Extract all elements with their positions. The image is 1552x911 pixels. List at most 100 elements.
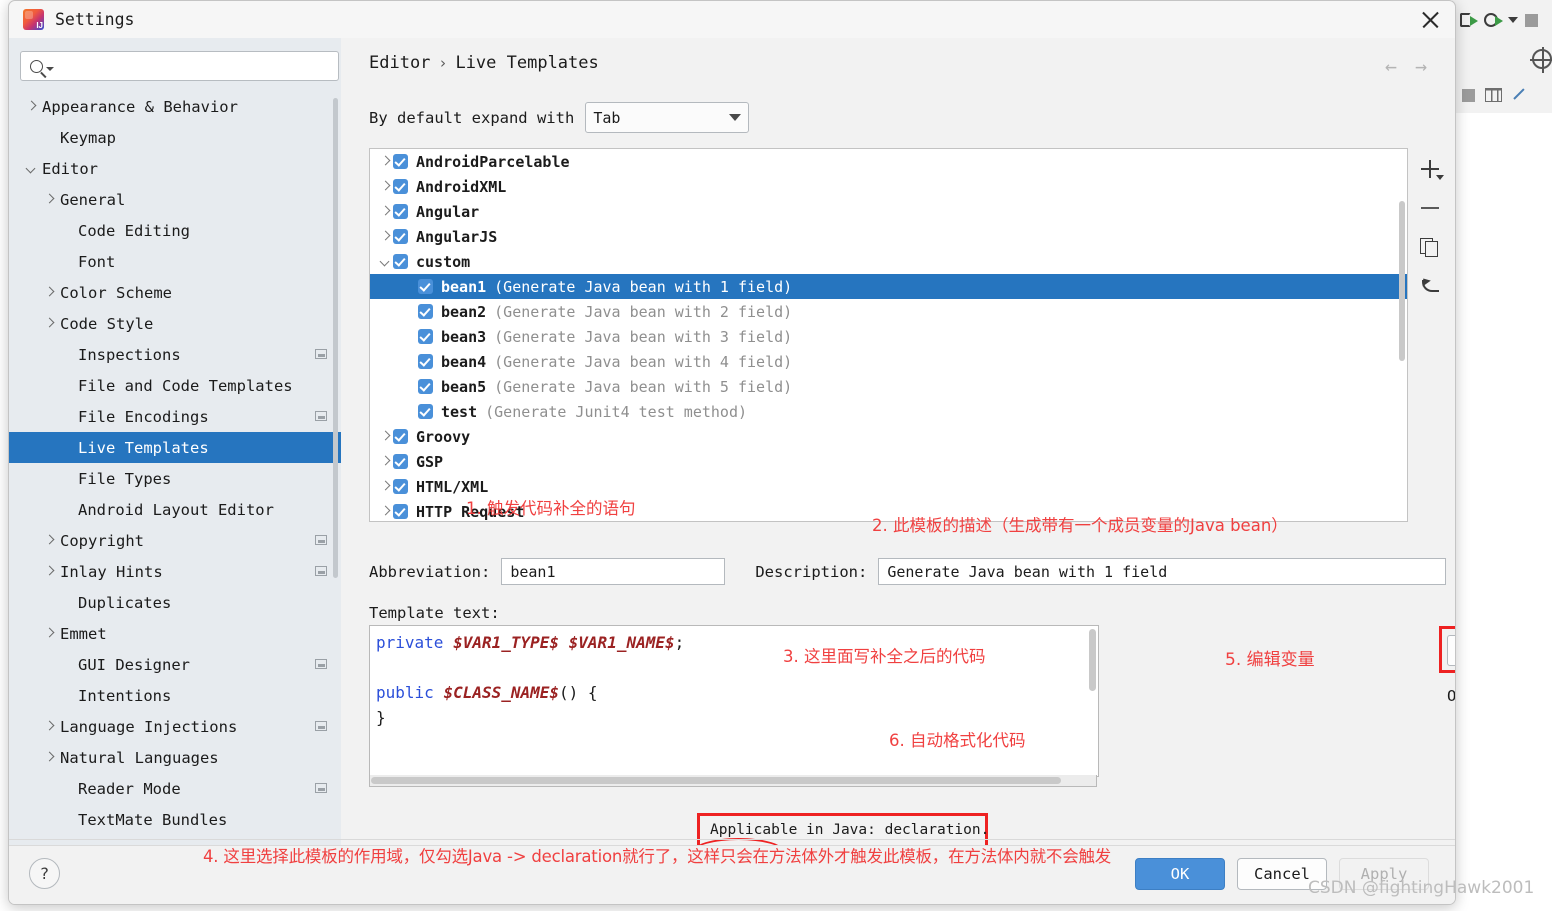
- sidebar-item-reader-mode[interactable]: Reader Mode: [9, 773, 341, 804]
- template-enabled-checkbox[interactable]: [418, 329, 433, 344]
- sidebar-item-gui-designer[interactable]: GUI Designer: [9, 649, 341, 680]
- sidebar-item-code-style[interactable]: Code Style: [9, 308, 341, 339]
- chevron-right-icon[interactable]: [43, 535, 55, 547]
- chevron-right-icon[interactable]: [43, 566, 55, 578]
- help-button[interactable]: ?: [29, 858, 60, 889]
- template-row[interactable]: custom: [370, 249, 1407, 274]
- run-icon[interactable]: [1460, 12, 1478, 29]
- sidebar-item-color-scheme[interactable]: Color Scheme: [9, 277, 341, 308]
- sidebar-item-keymap[interactable]: Keymap: [9, 122, 341, 153]
- sidebar-scrollbar[interactable]: [333, 98, 338, 578]
- debug-icon[interactable]: [1484, 12, 1503, 29]
- sidebar-item-emmet[interactable]: Emmet: [9, 618, 341, 649]
- ok-button[interactable]: OK: [1135, 858, 1225, 890]
- template-row[interactable]: bean5 (Generate Java bean with 5 field): [370, 374, 1407, 399]
- chevron-right-icon[interactable]: [379, 505, 393, 519]
- chevron-right-icon[interactable]: [43, 721, 55, 733]
- chevron-down-icon[interactable]: [25, 163, 37, 175]
- template-row[interactable]: bean3 (Generate Java bean with 3 field): [370, 324, 1407, 349]
- stop-icon[interactable]: [1525, 13, 1538, 27]
- chevron-right-icon[interactable]: [379, 230, 393, 244]
- templates-scrollbar[interactable]: [1399, 201, 1405, 361]
- template-enabled-checkbox[interactable]: [418, 304, 433, 319]
- live-templates-tree[interactable]: AndroidParcelable AndroidXML Angular Angula…: [369, 148, 1408, 522]
- template-enabled-checkbox[interactable]: [393, 229, 408, 244]
- abbreviation-input[interactable]: bean1: [501, 558, 726, 585]
- sidebar-item-android-layout-editor[interactable]: Android Layout Editor: [9, 494, 341, 525]
- sidebar-item-inlay-hints[interactable]: Inlay Hints: [9, 556, 341, 587]
- arrow-right-icon[interactable]: →: [1415, 56, 1427, 76]
- template-row[interactable]: Groovy: [370, 424, 1407, 449]
- chevron-right-icon[interactable]: [43, 628, 55, 640]
- chevron-right-icon[interactable]: [43, 752, 55, 764]
- template-enabled-checkbox[interactable]: [418, 354, 433, 369]
- chevron-down-icon[interactable]: [46, 67, 54, 71]
- template-enabled-checkbox[interactable]: [393, 204, 408, 219]
- sidebar-item-file-types[interactable]: File Types: [9, 463, 341, 494]
- breadcrumb-root[interactable]: Editor: [369, 53, 430, 73]
- chevron-right-icon[interactable]: [379, 455, 393, 469]
- template-enabled-checkbox[interactable]: [418, 279, 433, 294]
- target-icon[interactable]: [1530, 46, 1552, 73]
- chevron-down-icon[interactable]: [1508, 17, 1518, 23]
- sidebar-item-duplicates[interactable]: Duplicates: [9, 587, 341, 618]
- sidebar-item-file-encodings[interactable]: File Encodings: [9, 401, 341, 432]
- remove-icon[interactable]: [1419, 197, 1441, 219]
- sidebar-item-inspections[interactable]: Inspections: [9, 339, 341, 370]
- default-expand-select[interactable]: Tab: [585, 102, 750, 133]
- sidebar-item-code-editing[interactable]: Code Editing: [9, 215, 341, 246]
- chevron-right-icon[interactable]: [379, 430, 393, 444]
- template-enabled-checkbox[interactable]: [393, 454, 408, 469]
- sidebar-item-live-templates[interactable]: Live Templates: [9, 432, 341, 463]
- template-row[interactable]: bean2 (Generate Java bean with 2 field): [370, 299, 1407, 324]
- close-icon[interactable]: [1419, 9, 1441, 31]
- template-enabled-checkbox[interactable]: [393, 254, 408, 269]
- template-enabled-checkbox[interactable]: [393, 479, 408, 494]
- template-row[interactable]: AngularJS: [370, 224, 1407, 249]
- sidebar-item-font[interactable]: Font: [9, 246, 341, 277]
- template-enabled-checkbox[interactable]: [418, 379, 433, 394]
- template-row[interactable]: test (Generate Junit4 test method): [370, 399, 1407, 424]
- chevron-right-icon[interactable]: [379, 205, 393, 219]
- chevron-down-icon[interactable]: [379, 255, 393, 269]
- sidebar-item-file-and-code-templates[interactable]: File and Code Templates: [9, 370, 341, 401]
- chevron-right-icon[interactable]: [379, 155, 393, 169]
- sidebar-item-textmate-bundles[interactable]: TextMate Bundles: [9, 804, 341, 835]
- chevron-right-icon[interactable]: [379, 180, 393, 194]
- sidebar-item-general[interactable]: General: [9, 184, 341, 215]
- chevron-right-icon[interactable]: [43, 318, 55, 330]
- template-row[interactable]: bean1 (Generate Java bean with 1 field): [370, 274, 1407, 299]
- template-enabled-checkbox[interactable]: [393, 504, 408, 519]
- template-row[interactable]: Angular: [370, 199, 1407, 224]
- chevron-right-icon[interactable]: [43, 287, 55, 299]
- chevron-right-icon[interactable]: [43, 194, 55, 206]
- template-row[interactable]: AndroidXML: [370, 174, 1407, 199]
- template-text-editor[interactable]: private $VAR1_TYPE$ $VAR1_NAME$; public …: [369, 625, 1099, 777]
- edit-variables-button[interactable]: Edit variables: [1447, 635, 1455, 666]
- sidebar-item-editor[interactable]: Editor: [9, 153, 341, 184]
- add-icon[interactable]: [1419, 158, 1444, 180]
- sidebar-item-copyright[interactable]: Copyright: [9, 525, 341, 556]
- edit-pencil-icon[interactable]: [1512, 87, 1528, 103]
- sidebar-item-natural-languages[interactable]: Natural Languages: [9, 742, 341, 773]
- sidebar-item-intentions[interactable]: Intentions: [9, 680, 341, 711]
- chevron-right-icon[interactable]: [379, 480, 393, 494]
- settings-category-tree[interactable]: Appearance & Behavior Keymap Editor General…: [9, 91, 341, 846]
- template-row[interactable]: bean4 (Generate Java bean with 4 field): [370, 349, 1407, 374]
- search-input[interactable]: [20, 51, 339, 81]
- stop-icon[interactable]: [1462, 88, 1475, 102]
- table-grid-icon[interactable]: [1485, 88, 1502, 102]
- template-enabled-checkbox[interactable]: [393, 179, 408, 194]
- arrow-left-icon[interactable]: ←: [1385, 56, 1397, 76]
- duplicate-icon[interactable]: [1419, 236, 1441, 258]
- restore-defaults-icon[interactable]: [1419, 275, 1441, 297]
- template-enabled-checkbox[interactable]: [393, 154, 408, 169]
- sidebar-item-appearance-behavior[interactable]: Appearance & Behavior: [9, 91, 341, 122]
- template-text-vscrollbar[interactable]: [1089, 629, 1096, 691]
- template-enabled-checkbox[interactable]: [393, 429, 408, 444]
- template-text-hscrollbar[interactable]: [369, 775, 1097, 787]
- template-row[interactable]: AndroidParcelable: [370, 149, 1407, 174]
- sidebar-item-language-injections[interactable]: Language Injections: [9, 711, 341, 742]
- chevron-right-icon[interactable]: [25, 101, 37, 113]
- description-input[interactable]: Generate Java bean with 1 field: [878, 558, 1447, 585]
